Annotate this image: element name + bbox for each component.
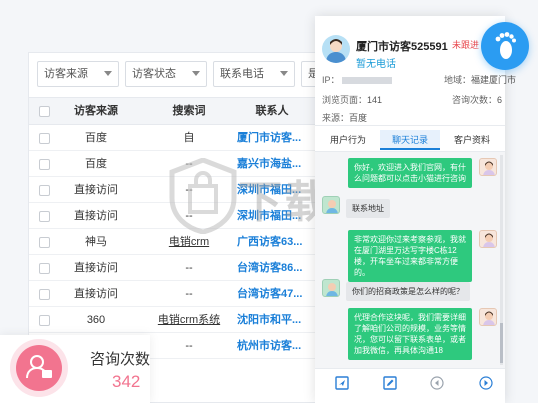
consult-row: 咨询次数：6 [452,93,502,106]
row-checkbox[interactable] [37,229,51,254]
footprint-button[interactable] [481,22,529,70]
row-source: 直接访问 [74,210,118,222]
row-keyword[interactable]: 电销crm系统 [151,307,227,332]
tab-chat-history[interactable]: 聊天记录 [380,130,440,150]
message-visitor: 联系地址 [346,199,390,218]
chevron-down-icon [192,71,200,76]
row-source: 360 [86,314,106,326]
row-source: 直接访问 [74,288,118,300]
filter-bar: 访客来源 访客状态 联系电话 是 [37,61,327,87]
row-keyword: -- [185,340,193,352]
ip-value-redacted [342,77,393,85]
staff-avatar [479,158,497,176]
visitor-name: 厦门市访客525591 [356,41,448,53]
consult-label: 咨询次数： [452,95,498,105]
row-keyword: -- [185,288,193,300]
table-row[interactable]: 360 电销crm系统 沈阳市和平... [29,307,327,333]
row-source: 神马 [85,236,107,248]
source-label: 来源： [322,113,350,123]
next-icon[interactable] [479,376,493,390]
row-checkbox[interactable] [37,203,51,228]
download-watermark-shield-icon [169,158,237,234]
message-visitor: 你们的招商政策是怎么样的呢？ [346,282,470,301]
row-contact-link[interactable]: 沈阳市和平... [237,307,307,332]
row-checkbox[interactable] [37,125,51,150]
row-contact-link[interactable]: 厦门市访客... [237,125,307,150]
row-source: 百度 [85,158,107,170]
select-all-checkbox[interactable] [37,98,51,124]
consult-value: 6 [497,95,503,105]
message-staff: 你好，欢迎进入我们官网，有什么问题都可以点击小猫进行咨询 [348,158,472,188]
row-keyword: -- [185,262,193,274]
row-source: 直接访问 [74,184,118,196]
filter-visitor-source[interactable]: 访客来源 [37,61,119,87]
filter-label: 联系电话 [220,68,264,80]
filter-label: 访客状态 [132,68,176,80]
footprint-icon [495,32,516,59]
row-checkbox[interactable] [37,255,51,280]
consult-count-value: 342 [112,372,141,391]
message-staff: 非常欢迎你过来考察参观，我就在厦门湖里万达写字楼C栋12楼，开车坐车过来都非常方… [348,230,472,282]
row-checkbox[interactable] [37,307,51,332]
views-label: 浏览页面： [322,95,368,105]
tab-customer-profile[interactable]: 客户资料 [442,130,502,150]
staff-avatar [479,230,497,248]
visitor-mini-avatar [322,279,340,297]
message-scrollbar[interactable] [500,155,503,365]
row-source: 百度 [85,132,107,144]
column-header-keyword: 搜索词 [172,105,206,117]
scroll-thumb[interactable] [500,323,503,363]
views-row: 浏览页面：141 [322,93,382,106]
previous-icon[interactable] [430,376,444,390]
filter-visitor-status[interactable]: 访客状态 [125,61,207,87]
row-checkbox[interactable] [37,281,51,306]
edit-icon[interactable] [383,376,397,390]
column-header-source: 访客来源 [74,105,118,117]
row-source: 直接访问 [74,262,118,274]
row-keyword: 自 [183,132,195,144]
row-contact-link[interactable]: 台湾访客86... [237,255,307,280]
divider [315,125,505,126]
table-row[interactable]: 直接访问 -- 台湾访客86... [29,255,327,281]
message-staff: 代理合作这块呢，我们需要详细了解咱们公司的规模，业务等情况，您可以留下联系表单，… [348,308,472,360]
visitor-mini-avatar [322,196,340,214]
ip-label: IP： [322,75,340,85]
staff-avatar [479,308,497,326]
views-value: 141 [367,95,383,105]
tab-user-behavior[interactable]: 用户行为 [318,130,378,150]
table-header: 访客来源 搜索词 联系人 [29,97,327,125]
table-row[interactable]: 百度 自 厦门市访客... [29,125,327,151]
row-checkbox[interactable] [37,177,51,202]
user-consult-icon [16,345,62,391]
row-contact-link[interactable]: 广西访客63... [237,229,307,254]
chevron-down-icon [280,71,288,76]
row-contact-link[interactable]: 台湾访客47... [237,281,307,306]
source-row: 来源：百度 [322,111,367,124]
column-header-contact: 联系人 [255,105,289,117]
send-icon[interactable] [335,376,349,390]
region-label: 地域： [444,75,472,85]
row-contact-link[interactable]: 杭州市访客... [237,333,307,358]
visitor-avatar [322,35,350,63]
region-row: 地域：福建厦门市 [444,73,516,86]
chevron-down-icon [104,71,112,76]
ip-row: IP： [322,73,393,86]
consult-count-label: 咨询次数 [90,351,151,368]
source-value: 百度 [349,113,368,123]
filter-label: 访客来源 [44,68,88,80]
region-value: 福建厦门市 [471,75,517,85]
follow-status-badge: 未跟进 [452,40,480,50]
add-phone-link[interactable]: 暂无电话 [356,55,396,70]
row-checkbox[interactable] [37,151,51,176]
table-row[interactable]: 直接访问 -- 台湾访客47... [29,281,327,307]
filter-contact-phone[interactable]: 联系电话 [213,61,295,87]
